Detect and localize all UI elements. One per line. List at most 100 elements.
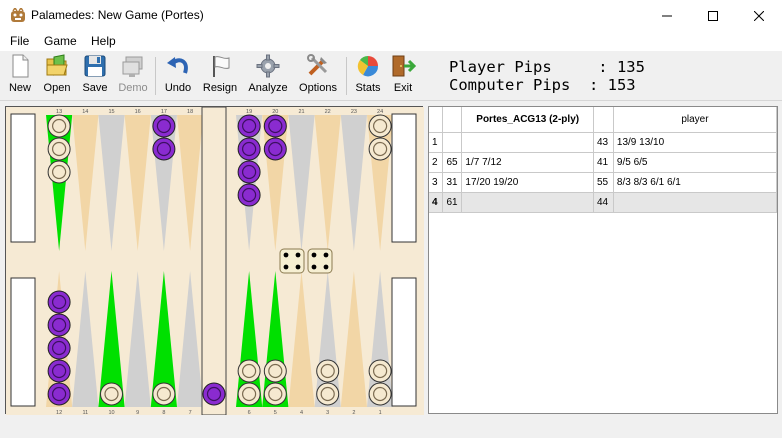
checker-purple[interactable] [263,137,287,161]
white-flag-icon [213,56,230,77]
die-pip [283,264,289,270]
analyze-label: Analyze [248,82,288,94]
bar[interactable] [201,107,227,415]
undo-button[interactable]: Undo [163,53,193,99]
new-label: New [8,82,31,94]
minimize-icon [662,15,672,16]
player-move: 13/9 13/10 [613,132,777,153]
app-logo-icon [11,8,25,22]
checker-purple[interactable] [263,114,287,138]
die-pip [323,264,329,270]
player-roll: 43 [593,132,614,153]
checker-white[interactable] [47,137,71,161]
new-button[interactable]: New [5,53,35,99]
analyze-button[interactable]: Analyze [247,53,289,99]
menu-file[interactable]: File [10,34,29,48]
point-number: 16 [135,109,141,115]
move-number: 3 [429,172,444,193]
die[interactable] [279,248,305,274]
col-header-player: player [613,107,777,133]
player-pips: Player Pips : 135 [449,58,645,76]
bearoff-tray-left-bottom[interactable] [10,277,36,407]
close-button[interactable] [736,0,782,31]
checker-white[interactable] [368,359,392,383]
computer-pips: Computer Pips : 153 [449,76,636,94]
menu-game[interactable]: Game [44,34,77,48]
menu-help[interactable]: Help [91,34,116,48]
player-move: 9/5 6/5 [613,152,777,173]
computer-move: 17/20 19/20 [461,172,594,193]
app-window: Palamedes: New Game (Portes) File Game H… [0,0,782,438]
checker-purple[interactable] [47,290,71,314]
move-row[interactable]: 1 43 13/9 13/10 [429,132,777,153]
checker-white[interactable] [152,382,176,406]
player-roll: 44 [593,192,614,213]
computer-move: 1/7 7/12 [461,152,594,173]
checker-purple[interactable] [47,359,71,383]
demo-button[interactable]: Demo [117,53,149,99]
options-button[interactable]: Options [296,53,340,99]
point-number: 21 [298,109,304,115]
bearoff-tray-right-bottom[interactable] [391,277,417,407]
open-button[interactable]: Open [40,53,74,99]
menu-bar: File Game Help [0,31,782,51]
bearoff-tray-left-top[interactable] [10,113,36,243]
checker-purple[interactable] [47,382,71,406]
checker-white[interactable] [100,382,123,406]
point-number: 14 [82,109,88,115]
checker-purple[interactable] [237,183,261,207]
checker-white[interactable] [263,382,287,406]
move-list[interactable]: Portes_ACG13 (2-ply) player 1 43 13/9 13… [428,106,778,414]
player-move: 8/3 8/3 6/1 6/1 [613,172,777,193]
save-button[interactable]: Save [80,53,110,99]
options-label: Options [299,82,337,94]
checker-purple[interactable] [237,137,261,161]
checker-white[interactable] [263,359,287,383]
checker-white[interactable] [237,359,261,383]
checker-purple[interactable] [237,114,261,138]
board-canvas[interactable]: 13 12 14 11 15 10 16 9 17 8 18 7 19 6 20 5 21 4 22 3 23 2 24 1 [6,107,424,415]
move-row[interactable]: 3 31 17/20 19/20 55 8/3 8/3 6/1 6/1 [429,172,777,193]
computer-roll: 61 [442,192,463,213]
move-number: 4 [429,192,444,213]
computer-roll [442,132,463,153]
backgammon-board[interactable]: 13 12 14 11 15 10 16 9 17 8 18 7 19 6 20 5 21 4 22 3 23 2 24 1 [5,106,424,415]
point-number: 20 [272,109,278,115]
checker-white[interactable] [316,382,340,406]
bearoff-tray-right-top[interactable] [391,113,417,243]
checker-purple[interactable] [47,336,71,360]
checker-purple[interactable] [152,114,176,138]
checker-purple[interactable] [237,160,261,184]
computer-roll: 31 [442,172,463,193]
computer-move [461,192,594,213]
point-number: 4 [300,410,303,415]
die[interactable] [307,248,333,274]
move-row[interactable]: 2 65 1/7 7/12 41 9/5 6/5 [429,152,777,173]
checker-white[interactable] [47,114,71,138]
exit-button[interactable]: Exit [389,53,417,99]
checker-purple[interactable] [202,382,226,406]
checker-white[interactable] [368,382,392,406]
die-pip [283,252,289,258]
maximize-button[interactable] [690,0,736,31]
die-pip [323,252,329,258]
checker-purple[interactable] [47,313,71,337]
point-number: 1 [379,410,382,415]
checker-white[interactable] [237,382,261,406]
resign-button[interactable]: Resign [202,53,238,99]
move-number: 1 [429,132,444,153]
checker-white[interactable] [368,137,392,161]
title-bar: Palamedes: New Game (Portes) [0,0,782,31]
player-roll: 55 [593,172,614,193]
move-row-current[interactable]: 4 61 44 [429,192,777,213]
point-number: 11 [82,410,88,415]
minimize-button[interactable] [644,0,690,31]
col-header-computer: Portes_ACG13 (2-ply) [461,107,594,133]
point-number: 7 [189,410,192,415]
point-number: 24 [377,109,383,115]
stats-button[interactable]: Stats [353,53,383,99]
checker-white[interactable] [47,160,71,184]
checker-white[interactable] [316,359,340,383]
checker-white[interactable] [368,114,392,138]
checker-purple[interactable] [152,137,176,161]
